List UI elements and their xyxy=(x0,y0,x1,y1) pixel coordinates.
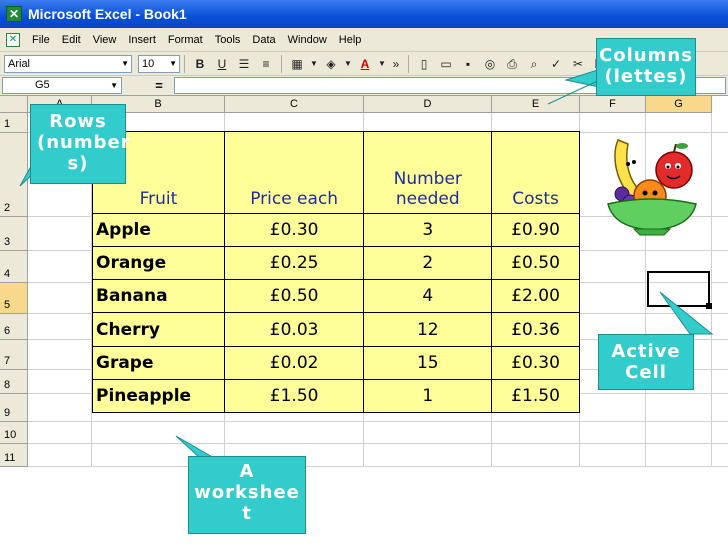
callout-worksheet: A workshee t xyxy=(188,456,306,534)
callout-worksheet-text: A workshee t xyxy=(194,461,300,524)
callout-active-cell: Active Cell xyxy=(598,334,694,390)
callout-rows: Rows (number s) xyxy=(30,104,130,184)
callout-rows-text: Rows (number s) xyxy=(37,111,131,174)
callout-active-cell-text: Active Cell xyxy=(611,341,681,383)
callout-columns-text: Columns (lettes) xyxy=(599,45,693,87)
callout-columns: Columns (lettes) xyxy=(596,38,696,96)
